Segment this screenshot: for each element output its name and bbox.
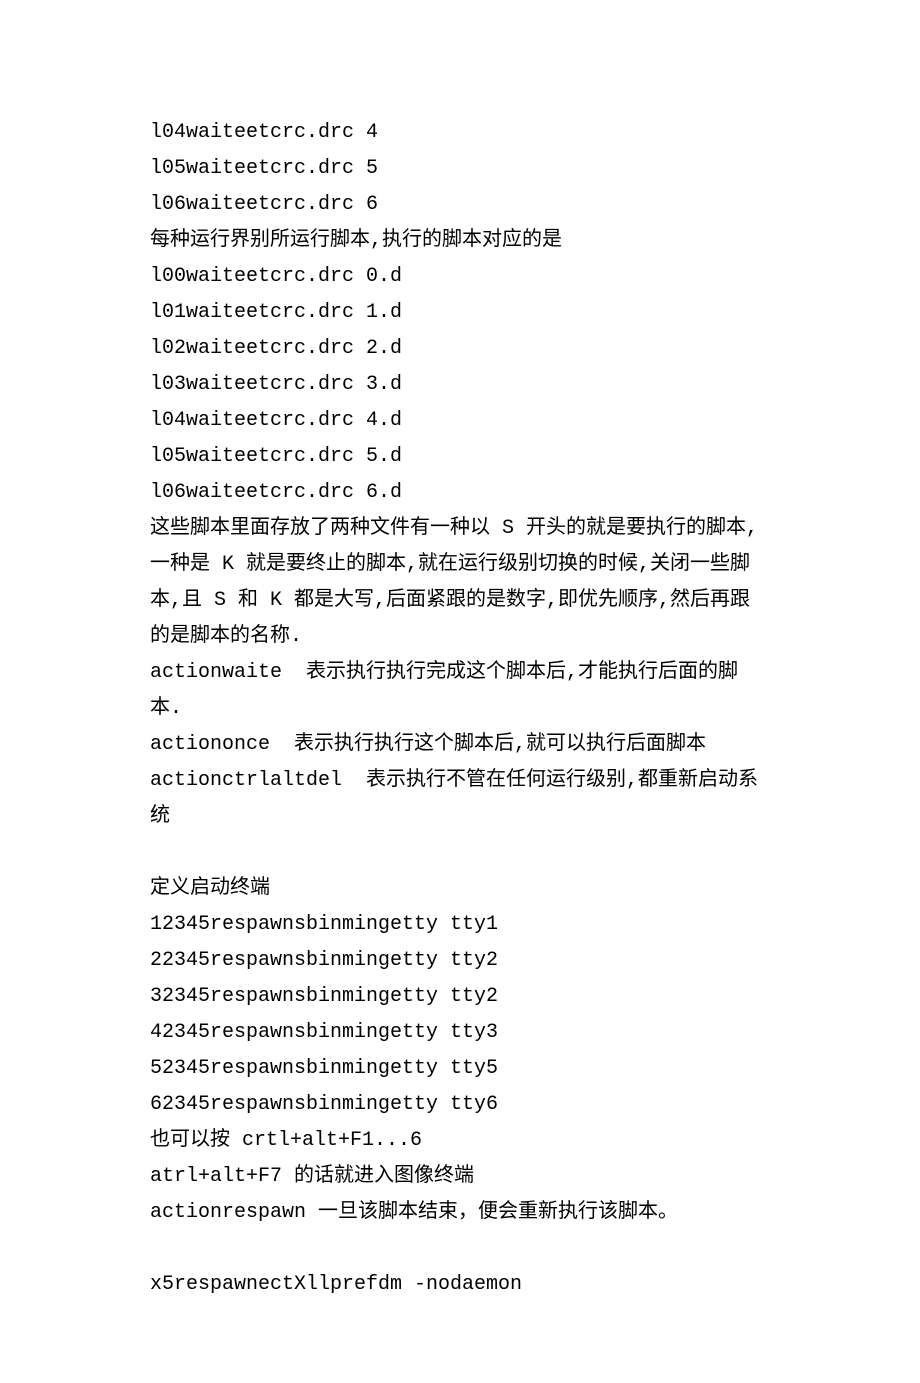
text-line: 定义启动终端: [150, 871, 770, 907]
text-line: actionwaite 表示执行执行完成这个脚本后,才能执行后面的脚本.: [150, 655, 770, 727]
text-line: l04waiteetcrc.drc 4: [150, 115, 770, 151]
text-line: x5respawnectXllprefdm -nodaemon: [150, 1267, 770, 1303]
text-line: actionctrlaltdel 表示执行不管在任何运行级别,都重新启动系统: [150, 763, 770, 835]
text-line: 52345respawnsbinmingetty tty5: [150, 1051, 770, 1087]
text-line: 这些脚本里面存放了两种文件有一种以 S 开头的就是要执行的脚本,一种是 K 就是…: [150, 511, 770, 655]
text-line: [150, 1231, 770, 1267]
text-line: l05waiteetcrc.drc 5: [150, 151, 770, 187]
text-line: 22345respawnsbinmingetty tty2: [150, 943, 770, 979]
text-line: l03waiteetcrc.drc 3.d: [150, 367, 770, 403]
text-line: l00waiteetcrc.drc 0.d: [150, 259, 770, 295]
document-page: l04waiteetcrc.drc 4l05waiteetcrc.drc 5l0…: [0, 0, 920, 1383]
text-line: l02waiteetcrc.drc 2.d: [150, 331, 770, 367]
text-line: 每种运行界别所运行脚本,执行的脚本对应的是: [150, 223, 770, 259]
text-line: atrl+alt+F7 的话就进入图像终端: [150, 1159, 770, 1195]
text-line: l05waiteetcrc.drc 5.d: [150, 439, 770, 475]
text-line: l06waiteetcrc.drc 6: [150, 187, 770, 223]
text-line: actionrespawn 一旦该脚本结束，便会重新执行该脚本。: [150, 1195, 770, 1231]
text-line: 32345respawnsbinmingetty tty2: [150, 979, 770, 1015]
text-line: 62345respawnsbinmingetty tty6: [150, 1087, 770, 1123]
text-line: 12345respawnsbinmingetty tty1: [150, 907, 770, 943]
text-line: 42345respawnsbinmingetty tty3: [150, 1015, 770, 1051]
text-line: l04waiteetcrc.drc 4.d: [150, 403, 770, 439]
text-line: 也可以按 crtl+alt+F1...6: [150, 1123, 770, 1159]
text-line: actiononce 表示执行执行这个脚本后,就可以执行后面脚本: [150, 727, 770, 763]
text-line: [150, 835, 770, 871]
text-line: l06waiteetcrc.drc 6.d: [150, 475, 770, 511]
text-line: l01waiteetcrc.drc 1.d: [150, 295, 770, 331]
